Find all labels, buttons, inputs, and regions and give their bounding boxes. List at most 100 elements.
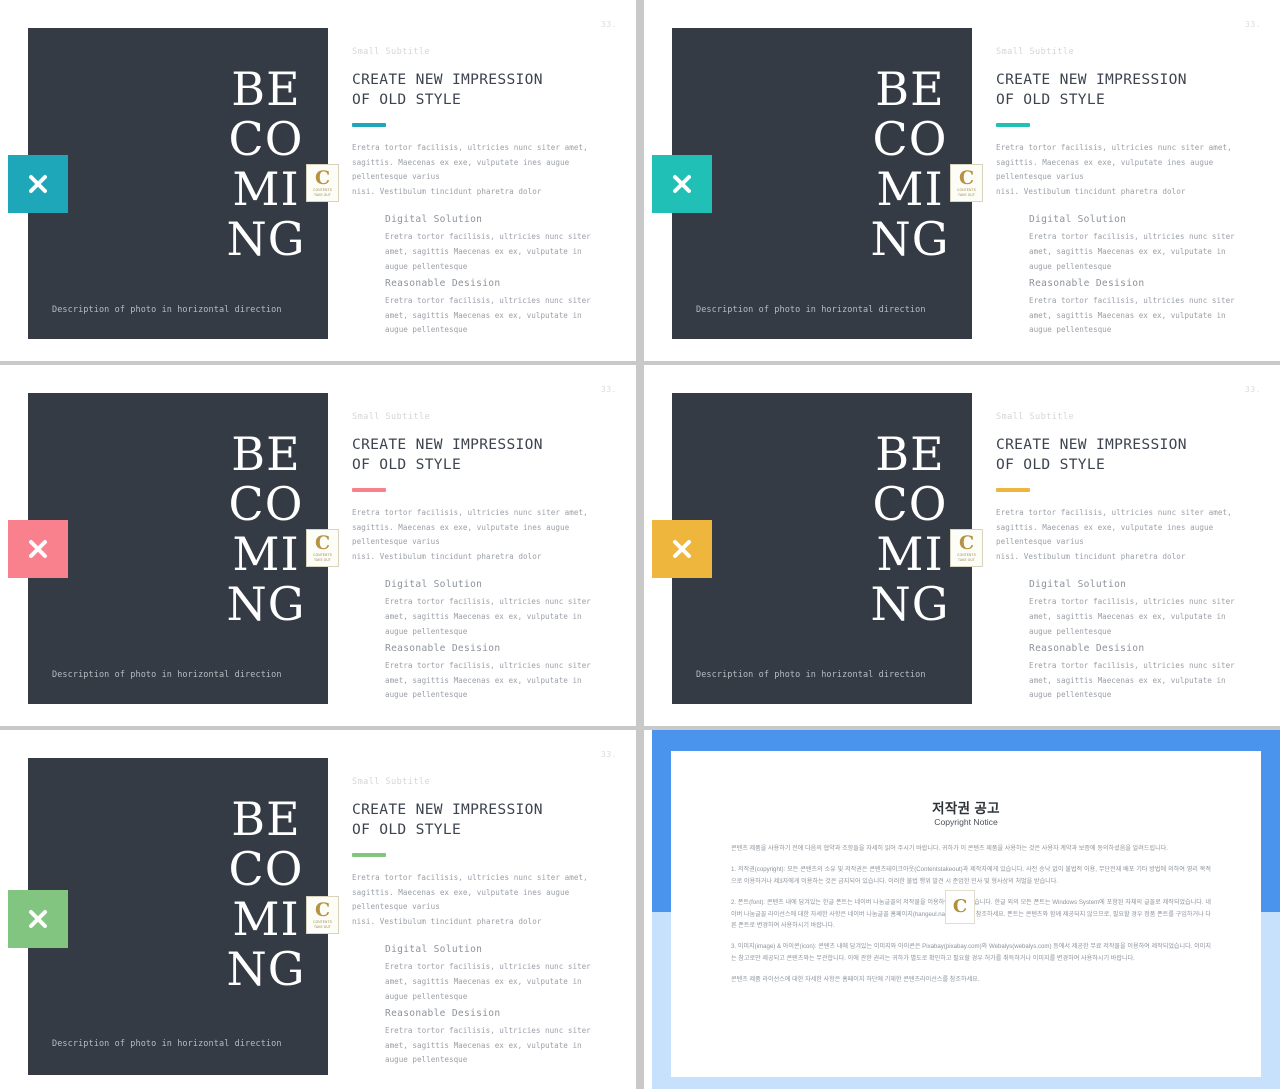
- sub-block: Digital Solution Eretra tortor facilisis…: [385, 214, 620, 338]
- sub-paragraph-2: Eretra tortor facilisis, ultricies nunc …: [385, 661, 591, 700]
- logo-letter: C: [958, 531, 975, 554]
- close-x-icon: [673, 540, 691, 558]
- photo-description: Description of photo in horizontal direc…: [52, 669, 282, 680]
- accent-rule: [352, 853, 386, 857]
- close-x-badge[interactable]: [652, 155, 712, 213]
- sub-paragraph-2: Eretra tortor facilisis, ultricies nunc …: [385, 1026, 591, 1065]
- photo-description: Description of photo in horizontal direc…: [52, 1038, 282, 1049]
- sub-paragraph-2: Eretra tortor facilisis, ultricies nunc …: [1029, 661, 1235, 700]
- sub-heading-2: Reasonable Desision: [385, 643, 501, 655]
- slide-1[interactable]: 33. BE CO MI NG Description of photo in …: [0, 0, 636, 361]
- small-subtitle: Small Subtitle: [996, 47, 1075, 57]
- sub-paragraph-1: Eretra tortor facilisis, ultricies nunc …: [1029, 232, 1235, 271]
- text-content: Small Subtitle CREATE NEW IMPRESSION OF …: [996, 47, 1264, 342]
- logo-letter: C: [958, 166, 975, 189]
- sub-block: Digital Solution Eretra tortor facilisis…: [385, 579, 620, 703]
- text-content: Small Subtitle CREATE NEW IMPRESSION OF …: [352, 47, 620, 342]
- sub-heading-1: Digital Solution: [1029, 579, 1127, 591]
- sub-heading-1: Digital Solution: [385, 579, 483, 591]
- sub-paragraph-1: Eretra tortor facilisis, ultricies nunc …: [385, 232, 591, 271]
- lead-paragraph: Eretra tortor facilisis, ultricies nunc …: [352, 873, 588, 926]
- page-number: 33.: [1245, 385, 1261, 394]
- slide-5[interactable]: 33. BE CO MI NG Description of photo in …: [0, 730, 636, 1089]
- small-subtitle: Small Subtitle: [352, 412, 431, 422]
- headline: CREATE NEW IMPRESSION OF OLD STYLE: [352, 71, 543, 108]
- sub-heading-2: Reasonable Desision: [385, 278, 501, 290]
- lead-paragraph: Eretra tortor facilisis, ultricies nunc …: [352, 508, 588, 561]
- close-x-icon: [29, 910, 47, 928]
- logo-letter: C: [314, 531, 331, 554]
- close-x-badge[interactable]: [652, 520, 712, 578]
- contents-takeout-logo: C CONTENTS TAKE OUT: [306, 529, 339, 567]
- photo-panel: BE CO MI NG Description of photo in hori…: [28, 758, 328, 1075]
- page-number: 33.: [1245, 20, 1261, 29]
- page-number: 33.: [601, 750, 617, 759]
- sub-heading-2: Reasonable Desision: [385, 1008, 501, 1020]
- logo-letter: C: [314, 166, 331, 189]
- photo-description: Description of photo in horizontal direc…: [696, 669, 926, 680]
- photo-panel: BE CO MI NG Description of photo in hori…: [28, 393, 328, 704]
- sub-paragraph-1: Eretra tortor facilisis, ultricies nunc …: [385, 962, 591, 1001]
- notice-paragraph: 콘텐츠 제품 라이선스에 대한 자세한 사항은 홈페이지 하단에 기재한 콘텐츠…: [731, 976, 980, 984]
- contents-takeout-logo: C: [945, 890, 975, 924]
- contents-takeout-logo: C CONTENTS TAKE OUT: [950, 164, 983, 202]
- lead-paragraph: Eretra tortor facilisis, ultricies nunc …: [352, 143, 588, 196]
- logo-caption-2: TAKE OUT: [314, 192, 331, 197]
- photo-description: Description of photo in horizontal direc…: [696, 304, 926, 315]
- slide-4[interactable]: 33. BE CO MI NG Description of photo in …: [644, 365, 1280, 726]
- notice-title: 저작권 공고: [932, 801, 1000, 816]
- photo-panel: BE CO MI NG Description of photo in hori…: [28, 28, 328, 339]
- slide-2[interactable]: 33. BE CO MI NG Description of photo in …: [644, 0, 1280, 361]
- sub-heading-1: Digital Solution: [385, 214, 483, 226]
- sub-heading-1: Digital Solution: [385, 944, 483, 956]
- sub-paragraph-1: Eretra tortor facilisis, ultricies nunc …: [385, 597, 591, 636]
- sub-paragraph-1: Eretra tortor facilisis, ultricies nunc …: [1029, 597, 1235, 636]
- lead-paragraph: Eretra tortor facilisis, ultricies nunc …: [996, 508, 1232, 561]
- page-number: 33.: [601, 385, 617, 394]
- close-x-badge[interactable]: [8, 520, 68, 578]
- contents-takeout-logo: C CONTENTS TAKE OUT: [306, 164, 339, 202]
- contents-takeout-logo: C CONTENTS TAKE OUT: [950, 529, 983, 567]
- sub-heading-2: Reasonable Desision: [1029, 643, 1145, 655]
- slide-grid: 33. BE CO MI NG Description of photo in …: [0, 0, 1280, 1089]
- contents-takeout-logo: C CONTENTS TAKE OUT: [306, 896, 339, 934]
- accent-rule: [996, 123, 1030, 127]
- text-content: Small Subtitle CREATE NEW IMPRESSION OF …: [996, 412, 1264, 707]
- notice-subtitle: Copyright Notice: [934, 817, 998, 827]
- accent-rule: [352, 123, 386, 127]
- headline: CREATE NEW IMPRESSION OF OLD STYLE: [996, 71, 1187, 108]
- photo-panel: BE CO MI NG Description of photo in hori…: [672, 28, 972, 339]
- close-x-badge[interactable]: [8, 890, 68, 948]
- sub-block: Digital Solution Eretra tortor facilisis…: [1029, 214, 1264, 338]
- sub-heading-1: Digital Solution: [1029, 214, 1127, 226]
- notice-paragraph: 3. 이미지(image) & 아이콘(icon): 콘텐츠 내에 담겨있는 이…: [731, 943, 1211, 962]
- logo-caption-2: TAKE OUT: [314, 924, 331, 929]
- headline: CREATE NEW IMPRESSION OF OLD STYLE: [352, 801, 543, 838]
- sub-paragraph-2: Eretra tortor facilisis, ultricies nunc …: [385, 296, 591, 335]
- logo-letter: C: [952, 896, 968, 917]
- notice-paragraph: 1. 저작권(copyright): 모든 콘텐츠의 소유 및 저작권은 콘텐츠…: [731, 866, 1211, 885]
- sub-heading-2: Reasonable Desision: [1029, 278, 1145, 290]
- small-subtitle: Small Subtitle: [352, 47, 431, 57]
- lead-paragraph: Eretra tortor facilisis, ultricies nunc …: [996, 143, 1232, 196]
- sub-block: Digital Solution Eretra tortor facilisis…: [385, 944, 620, 1068]
- headline: CREATE NEW IMPRESSION OF OLD STYLE: [352, 436, 543, 473]
- text-content: Small Subtitle CREATE NEW IMPRESSION OF …: [352, 412, 620, 707]
- small-subtitle: Small Subtitle: [352, 777, 431, 787]
- accent-rule: [352, 488, 386, 492]
- page-number: 33.: [601, 20, 617, 29]
- big-word: BE CO MI NG: [226, 792, 306, 996]
- small-subtitle: Small Subtitle: [996, 412, 1075, 422]
- photo-description: Description of photo in horizontal direc…: [52, 304, 282, 315]
- close-x-icon: [673, 175, 691, 193]
- logo-caption-2: TAKE OUT: [314, 557, 331, 562]
- close-x-icon: [29, 540, 47, 558]
- logo-caption-2: TAKE OUT: [958, 557, 975, 562]
- logo-caption-2: TAKE OUT: [958, 192, 975, 197]
- notice-paragraph: 콘텐츠 제품을 사용하기 전에 다음의 협약과 조항들을 자세히 읽어 주시기 …: [731, 845, 1168, 852]
- slide-6-copyright-notice[interactable]: 저작권 공고 Copyright Notice 콘텐츠 제품을 사용하기 전에 …: [644, 730, 1280, 1089]
- slide-3[interactable]: 33. BE CO MI NG Description of photo in …: [0, 365, 636, 726]
- close-x-badge[interactable]: [8, 155, 68, 213]
- headline: CREATE NEW IMPRESSION OF OLD STYLE: [996, 436, 1187, 473]
- close-x-icon: [29, 175, 47, 193]
